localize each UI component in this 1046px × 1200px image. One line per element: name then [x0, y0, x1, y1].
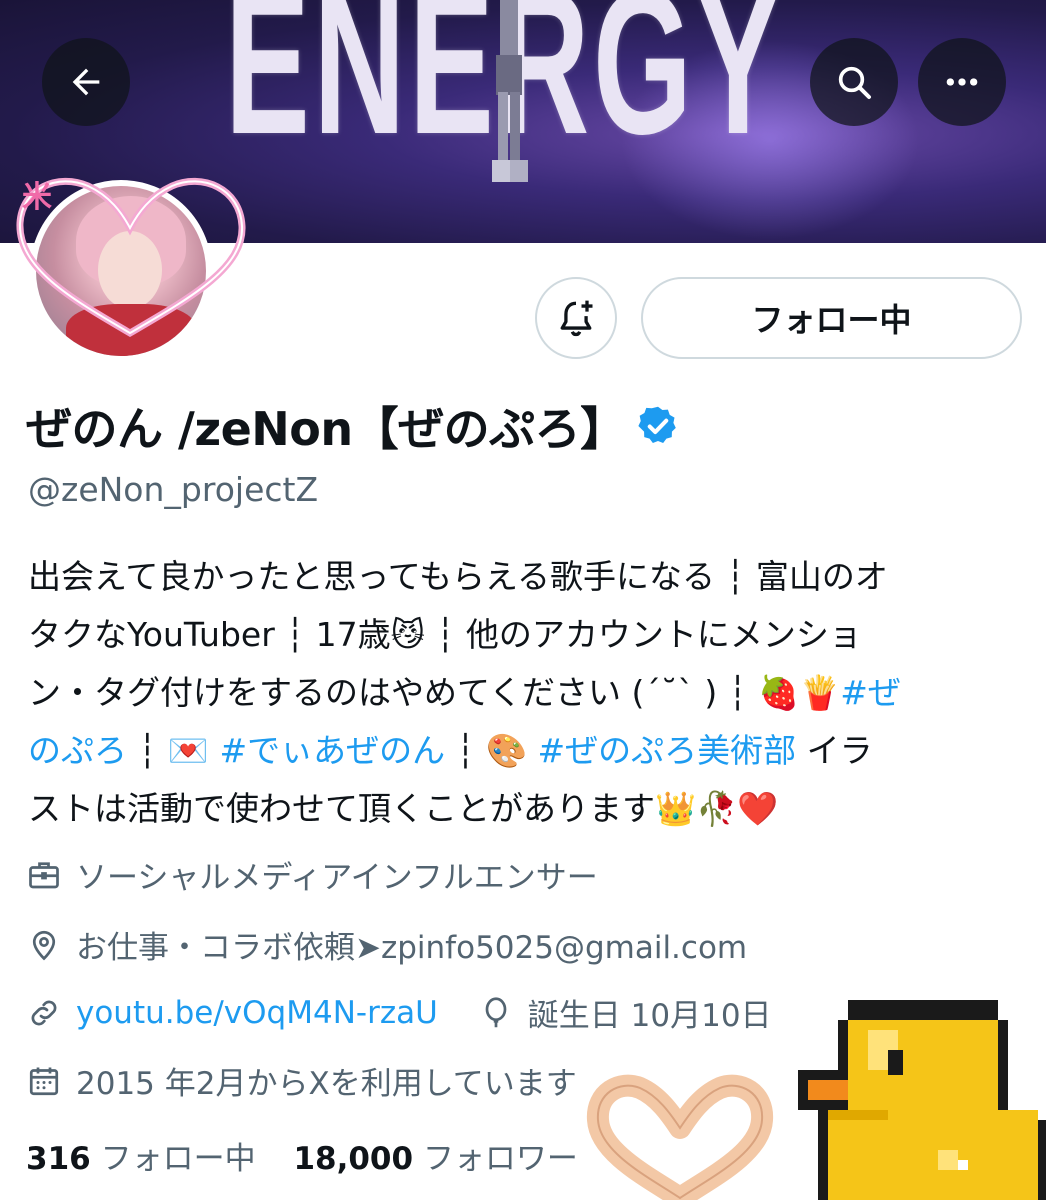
profile-joined: 2015 年2月からXを利用しています — [26, 1058, 577, 1103]
pixel-duck-sticker-icon — [788, 990, 1046, 1200]
birthday-text: 誕生日 10月10日 — [527, 998, 772, 1034]
more-dots-icon — [946, 78, 978, 86]
following-stat[interactable]: 316 フォロー中 — [26, 1141, 256, 1177]
search-icon — [838, 66, 871, 99]
name-row: ぜのん /zeNon【ぜのぷろ】 — [26, 393, 680, 459]
calendar-icon — [29, 1067, 59, 1095]
notifications-button[interactable] — [535, 277, 617, 359]
balloon-icon — [485, 996, 507, 1027]
bio-text: ン・タグ付けをするのはやめてください (ˊ˘ˋ ) ┆ 🍓🍟 — [28, 673, 841, 712]
handle: @zeNon_projectZ — [28, 470, 319, 509]
hashtag-link[interactable]: #ぜ — [840, 673, 901, 712]
bio-line: タクなYouTuber ┆ 17歳😼 ┆ 他のアカウントにメンショ — [28, 615, 862, 654]
followers-stat[interactable]: 18,000 フォロワー — [293, 1141, 578, 1177]
display-name: ぜのん /zeNon【ぜのぷろ】 — [26, 402, 626, 456]
banner-figure — [492, 0, 528, 182]
bio: 出会えて良かったと思ってもらえる歌手になる ┆ 富山のオ タクなYouTuber… — [28, 548, 1018, 838]
profile-location: お仕事・コラボ依頼➤zpinfo5025@gmail.com — [26, 922, 747, 967]
following-button[interactable]: フォロー中 — [641, 277, 1022, 359]
bio-text: イラ — [796, 731, 873, 770]
category-text: ソーシャルメディアインフルエンサー — [76, 860, 598, 896]
profile-website-row: youtu.be/vOqM4N-rzaU 誕生日 10月10日 — [26, 990, 772, 1035]
profile-category: ソーシャルメディアインフルエンサー — [26, 852, 598, 897]
back-button[interactable] — [42, 38, 130, 126]
bio-line: のぷろ ┆ 💌 #でぃあぜのん ┆ 🎨 #ぜのぷろ美術部 イラ — [28, 722, 1018, 780]
hashtag-link[interactable]: のぷろ — [28, 731, 127, 770]
hashtag-link[interactable]: #ぜのぷろ美術部 — [538, 731, 797, 770]
website-link[interactable]: youtu.be/vOqM4N-rzaU — [76, 995, 438, 1031]
joined-text: 2015 年2月からXを利用しています — [76, 1066, 577, 1102]
verified-badge-icon[interactable] — [636, 404, 680, 448]
bio-line: 出会えて良かったと思ってもらえる歌手になる ┆ 富山のオ — [28, 557, 888, 596]
followers-label: フォロワー — [422, 1141, 578, 1177]
following-label: フォロー中 — [100, 1141, 256, 1177]
follow-stats: 316 フォロー中 18,000 フォロワー — [26, 1133, 578, 1178]
bio-separator: ┆ 💌 — [127, 731, 220, 770]
arrow-left-icon — [72, 68, 100, 96]
link-icon — [31, 1000, 57, 1025]
location-pin-icon — [32, 930, 56, 960]
bell-plus-icon — [560, 300, 593, 337]
following-count: 316 — [26, 1141, 91, 1177]
bio-line: ン・タグ付けをするのはやめてください (ˊ˘ˋ ) ┆ 🍓🍟#ぜ — [28, 664, 1018, 722]
avatar-badge: 米 — [22, 180, 52, 215]
briefcase-icon — [29, 861, 59, 888]
bio-separator: ┆ 🎨 — [445, 731, 538, 770]
followers-count: 18,000 — [293, 1141, 414, 1177]
more-options-button[interactable] — [918, 38, 1006, 126]
location-text: お仕事・コラボ依頼➤zpinfo5025@gmail.com — [76, 930, 748, 966]
search-button[interactable] — [810, 38, 898, 126]
hashtag-link[interactable]: #でぃあぜのん — [219, 731, 445, 770]
heart-hands-sticker-icon — [586, 1074, 774, 1200]
bio-line: ストは活動で使わせて頂くことがあります👑🥀❤️ — [28, 789, 779, 828]
